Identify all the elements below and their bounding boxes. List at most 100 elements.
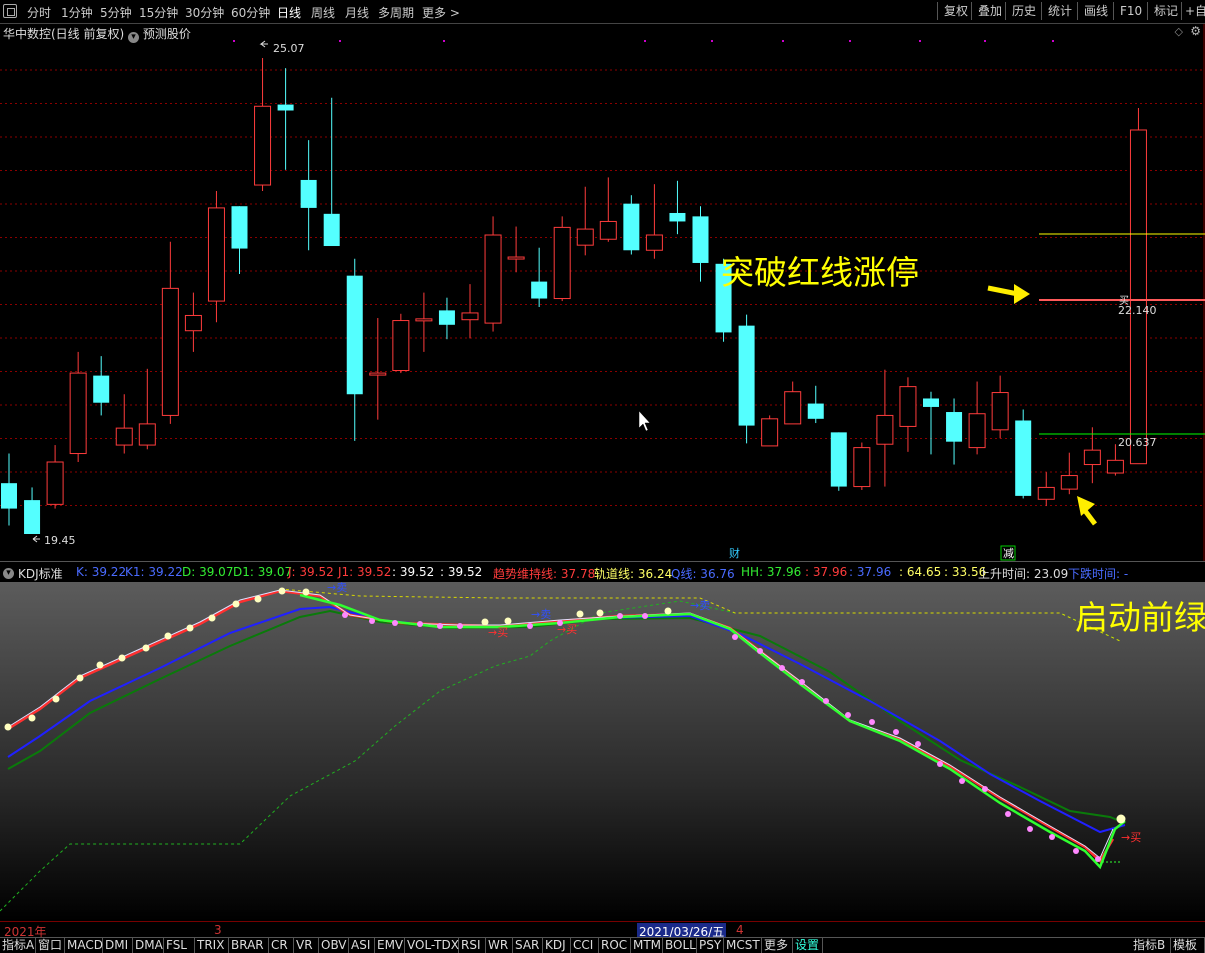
indicator-header: ▾ KDJ标准 K: 39.22 K1: 39.22 D: 39.07 D1: 39.… <box>0 561 1205 582</box>
candle <box>46 445 64 509</box>
indicator-tab[interactable]: OBV <box>319 938 349 953</box>
indicator-tab[interactable]: BOLL <box>663 938 697 953</box>
indicator-tab[interactable]: RSI <box>459 938 486 953</box>
indicator-tab[interactable]: 窗口 <box>36 938 65 953</box>
indicator-tab[interactable]: CR <box>269 938 294 953</box>
indicator-tab[interactable]: CCI <box>571 938 599 953</box>
low-arrow-icon <box>32 535 40 543</box>
signal-dot <box>1027 826 1033 832</box>
candle <box>323 97 340 247</box>
indicator-tab[interactable]: ROC <box>599 938 631 953</box>
candle-body <box>784 391 802 425</box>
indicator-value: : 64.65 <box>899 565 942 579</box>
indicator-tab[interactable]: PSY <box>697 938 724 953</box>
candle-body <box>553 226 571 300</box>
signal-dot <box>576 610 584 618</box>
price-chart-panel[interactable]: 22.140 20.637 买 25.07 19.45 财减 华中数控(日线 前复权) ▾… <box>0 24 1205 561</box>
signal-dot <box>869 719 875 725</box>
period-5min[interactable]: 5分钟 <box>100 4 132 21</box>
signal-dot <box>392 620 398 626</box>
indicator-tab[interactable]: WR <box>486 938 513 953</box>
candle-body <box>1129 129 1147 465</box>
period-30min[interactable]: 30分钟 <box>185 4 224 21</box>
settings-icon[interactable]: ⚙ <box>1190 24 1201 38</box>
candle <box>346 258 363 441</box>
candle-body <box>346 275 363 395</box>
signal-dot <box>457 623 463 629</box>
period-60min[interactable]: 60分钟 <box>231 4 270 21</box>
indicator-tab[interactable]: 指标B <box>1131 938 1171 953</box>
indicator-tab[interactable]: MACD <box>65 938 103 953</box>
indicator-tab[interactable]: 模板 <box>1171 938 1205 953</box>
indicator-value: K: 39.22 <box>76 565 127 579</box>
indicator-tab[interactable]: 指标A <box>0 938 36 953</box>
indicator-tab[interactable]: MTM <box>631 938 663 953</box>
indicator-tab[interactable]: DMI <box>103 938 133 953</box>
candle-body <box>738 325 755 426</box>
custom-button[interactable]: +自 <box>1181 2 1205 20</box>
signal-dot <box>481 618 489 626</box>
candle <box>461 284 479 339</box>
candle <box>231 206 248 274</box>
signal-dot <box>527 623 533 629</box>
event-dot <box>339 40 341 42</box>
indicator-tab[interactable]: MCST <box>724 938 762 953</box>
period-minute-time[interactable]: 分时 <box>27 4 51 21</box>
indicator-tab[interactable]: ASI <box>349 938 375 953</box>
period-more[interactable]: 更多 > <box>422 4 460 21</box>
indicator-tab[interactable]: FSL <box>164 938 195 953</box>
buy-signal: →买 <box>1121 831 1141 844</box>
indicator-tab[interactable]: TRIX <box>195 938 229 953</box>
candle-body <box>323 213 340 247</box>
candle <box>1037 472 1055 507</box>
candle <box>93 356 110 416</box>
period-monthly[interactable]: 月线 <box>345 4 369 21</box>
signal-dot <box>278 587 286 595</box>
kdj-indicator-panel[interactable]: →卖 →卖 →卖 →买 →买 →买 ▾ KDJ标准 K: 39.22 K1: 39.22 D:… <box>0 561 1205 921</box>
period-weekly[interactable]: 周线 <box>311 4 335 21</box>
reduce-event-mark: 减 <box>1003 547 1014 560</box>
indicator-tab[interactable]: DMA <box>133 938 164 953</box>
period-1min[interactable]: 1分钟 <box>61 4 93 21</box>
breakout-annotation: 突破红线涨停 <box>721 253 919 292</box>
indicator-tab[interactable]: KDJ <box>543 938 571 953</box>
period-daily[interactable]: 日线 <box>277 4 301 21</box>
signal-dot <box>1049 834 1055 840</box>
indicator-tab[interactable]: SAR <box>513 938 543 953</box>
candle <box>599 177 617 242</box>
indicator-tab[interactable]: BRAR <box>229 938 269 953</box>
lower-line-label: 20.637 <box>1118 436 1157 449</box>
month-3-label: 3 <box>214 923 222 937</box>
candle <box>623 195 640 255</box>
period-multi[interactable]: 多周期 <box>378 4 414 21</box>
candle <box>438 297 455 340</box>
indicator-tab[interactable]: 更多 <box>762 938 793 953</box>
candlestick-chart[interactable]: 22.14020.637买25.0719.45财减 <box>0 24 1205 561</box>
indicator-tab[interactable]: EMV <box>375 938 405 953</box>
kdj-chart[interactable]: →卖 →卖 →卖 →买 →买 →买 <box>0 561 1205 921</box>
candle-body <box>300 179 317 208</box>
forecast-toggle[interactable]: ▾ 预测股价 <box>128 25 191 43</box>
signal-dot <box>982 786 988 792</box>
indicator-tab[interactable]: 设置 <box>793 938 823 953</box>
candle <box>761 415 779 447</box>
candle-body <box>669 212 686 222</box>
indicator-tab[interactable]: VOL-TDX <box>405 938 459 953</box>
candle <box>161 241 179 424</box>
candle <box>254 57 272 191</box>
signal-dot <box>437 623 443 629</box>
signal-dot <box>893 729 899 735</box>
candle-body <box>24 500 41 534</box>
signal-dot <box>642 613 648 619</box>
indicator-name[interactable]: KDJ标准 <box>18 565 63 582</box>
indicator-value: 趋势维持线: 37.78 <box>493 567 596 581</box>
candle <box>853 442 871 490</box>
menu-icon[interactable] <box>3 4 17 18</box>
candle <box>531 247 548 308</box>
signal-dot <box>369 618 375 624</box>
indicator-tab[interactable]: VR <box>294 938 319 953</box>
signal-dot <box>4 723 12 731</box>
indicator-value: J: 39.52 <box>288 565 334 579</box>
period-15min[interactable]: 15分钟 <box>139 4 178 21</box>
diamond-icon[interactable]: ◇ <box>1175 25 1183 38</box>
